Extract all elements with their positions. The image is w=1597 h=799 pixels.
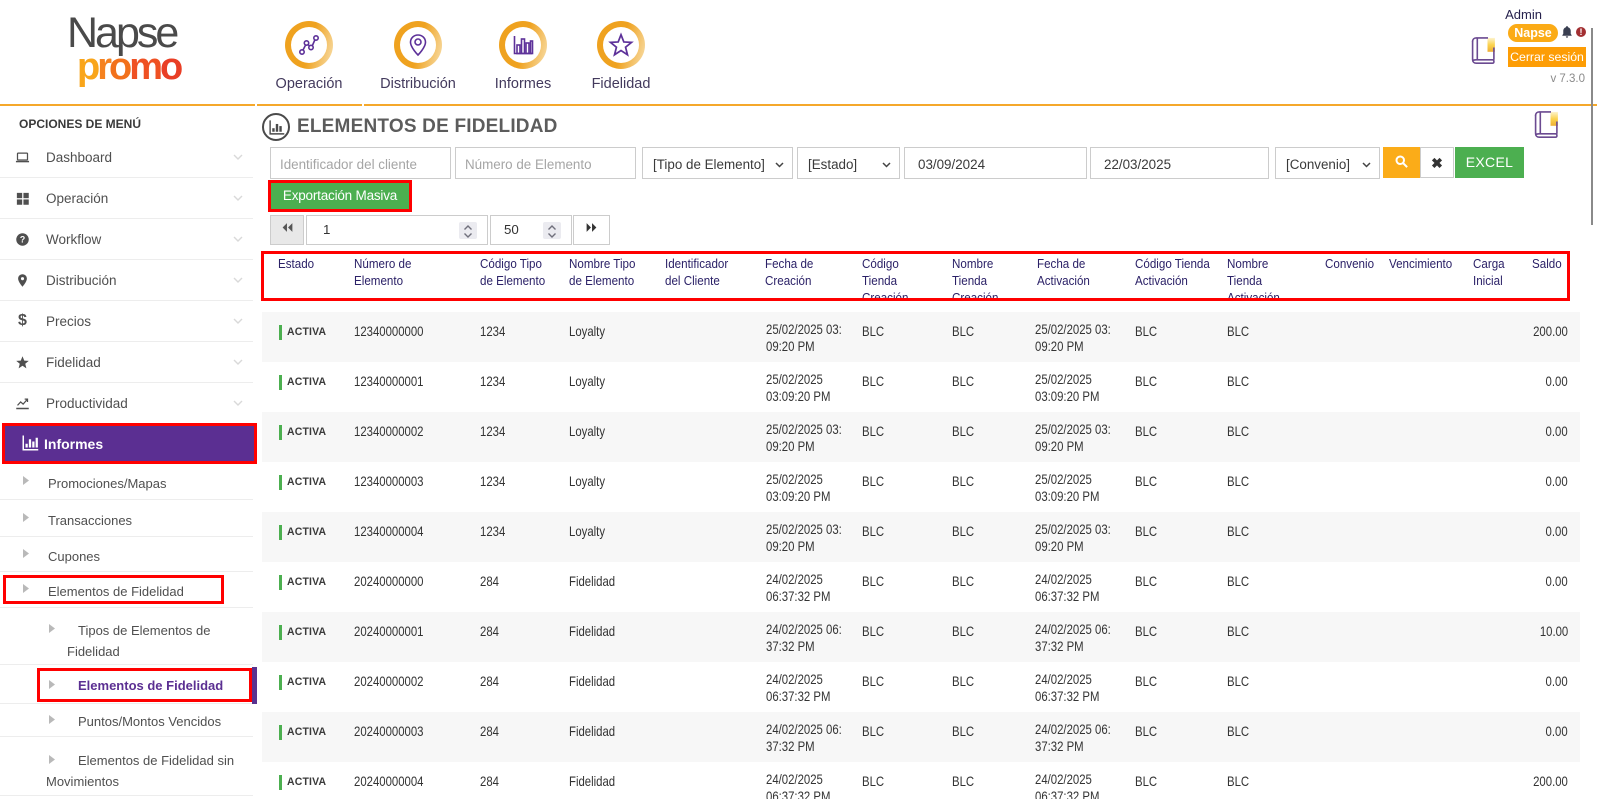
svg-text:?: ? <box>20 235 25 245</box>
